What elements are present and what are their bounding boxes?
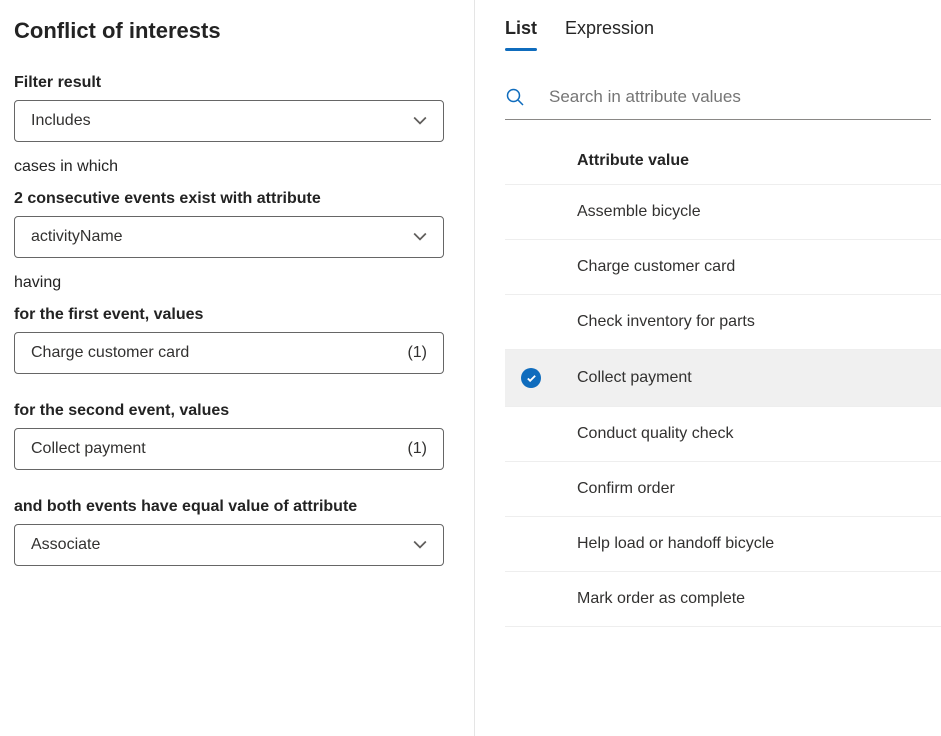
select-first-event[interactable]: Charge customer card (1) <box>14 332 444 374</box>
tab-expression[interactable]: Expression <box>565 18 654 49</box>
chevron-down-icon <box>413 230 427 244</box>
check-slot <box>521 368 577 388</box>
chevron-down-icon <box>413 538 427 552</box>
list-item-label: Assemble bicycle <box>577 203 701 221</box>
select-equal-attribute-value: Associate <box>31 536 100 554</box>
select-second-event-value: Collect payment <box>31 440 146 458</box>
select-second-event-count: (1) <box>407 440 427 458</box>
list-item[interactable]: Charge customer card <box>505 239 941 294</box>
list-item-label: Conduct quality check <box>577 425 734 443</box>
select-first-event-count: (1) <box>407 344 427 362</box>
select-attribute-value: activityName <box>31 228 123 246</box>
list-item-label: Collect payment <box>577 369 692 387</box>
label-having: having <box>14 274 460 292</box>
check-icon <box>521 368 541 388</box>
attribute-value-list: Assemble bicycle Charge customer card Chec… <box>505 184 941 627</box>
list-item[interactable]: Conduct quality check <box>505 406 941 461</box>
right-values-panel: List Expression Attribute value Assemble… <box>475 0 941 736</box>
label-filter-result: Filter result <box>14 74 460 92</box>
list-item-label: Help load or handoff bicycle <box>577 535 774 553</box>
list-item[interactable]: Assemble bicycle <box>505 184 941 239</box>
select-filter-result[interactable]: Includes <box>14 100 444 142</box>
chevron-down-icon <box>413 114 427 128</box>
search-icon <box>505 87 525 107</box>
select-second-event[interactable]: Collect payment (1) <box>14 428 444 470</box>
label-cases-in-which: cases in which <box>14 158 460 176</box>
list-item-label: Mark order as complete <box>577 590 745 608</box>
label-second-event: for the second event, values <box>14 402 460 420</box>
select-attribute[interactable]: activityName <box>14 216 444 258</box>
label-first-event: for the first event, values <box>14 306 460 324</box>
list-item[interactable]: Mark order as complete <box>505 571 941 627</box>
list-item-label: Charge customer card <box>577 258 735 276</box>
search-row <box>505 83 931 120</box>
list-item[interactable]: Help load or handoff bicycle <box>505 516 941 571</box>
left-config-panel: Conflict of interests Filter result Incl… <box>0 0 475 736</box>
tabs-row: List Expression <box>475 18 941 49</box>
list-item[interactable]: Confirm order <box>505 461 941 516</box>
list-item-label: Confirm order <box>577 480 675 498</box>
page-title: Conflict of interests <box>14 18 460 44</box>
list-header: Attribute value <box>475 120 941 184</box>
label-both-equal: and both events have equal value of attr… <box>14 498 460 516</box>
tab-list[interactable]: List <box>505 18 537 49</box>
select-filter-result-value: Includes <box>31 112 91 130</box>
list-item-label: Check inventory for parts <box>577 313 755 331</box>
label-two-consec: 2 consecutive events exist with attribut… <box>14 190 460 208</box>
list-item[interactable]: Check inventory for parts <box>505 294 941 349</box>
search-input[interactable] <box>525 83 931 111</box>
list-item[interactable]: Collect payment <box>505 349 941 406</box>
select-equal-attribute[interactable]: Associate <box>14 524 444 566</box>
select-first-event-value: Charge customer card <box>31 344 189 362</box>
